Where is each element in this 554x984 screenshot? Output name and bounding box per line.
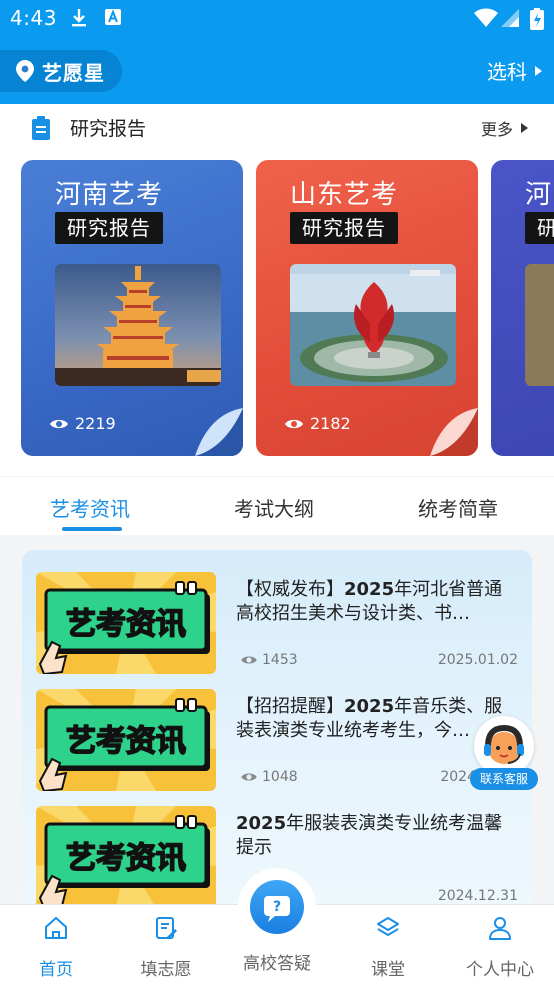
card-badge: 研究报告 <box>55 212 163 244</box>
list-item[interactable]: 艺考资讯 【招招提醒】2025年音乐类、服装表演类专业统考考生，今… 1048 … <box>22 689 532 793</box>
nav-label: 个人中心 <box>466 960 534 980</box>
college-qa-center-button[interactable]: ? <box>238 868 316 946</box>
thumb-text: 艺考资讯 <box>66 841 186 876</box>
news-thumbnail: 艺考资讯 <box>36 689 216 791</box>
nav-home[interactable]: 首页 <box>6 915 106 980</box>
card-views: 2182 <box>284 414 351 433</box>
tab-exam-outline[interactable]: 考试大纲 <box>234 493 314 522</box>
status-bar: 4:43 <box>0 0 554 38</box>
wifi-icon <box>474 8 498 27</box>
news-tag: 【招招提醒】 <box>236 696 344 717</box>
research-header: 研究报告 更多 <box>0 104 554 150</box>
nav-classroom[interactable]: 课堂 <box>338 915 438 980</box>
signal-icon <box>501 9 519 27</box>
clipboard-icon <box>32 116 50 140</box>
nav-profile[interactable]: 个人中心 <box>450 915 550 980</box>
news-view-count: 1453 <box>262 652 298 668</box>
active-tab-indicator <box>62 527 122 531</box>
question-chat-icon: ? <box>264 896 290 922</box>
app-notification-icon <box>105 9 121 25</box>
nav-label: 高校答疑 <box>243 954 311 974</box>
user-icon <box>489 917 511 940</box>
status-time: 4:43 <box>10 6 57 30</box>
news-year: 2025 <box>344 696 395 717</box>
arrow-right-icon <box>535 65 542 76</box>
customer-service-button[interactable]: 联系客服 <box>470 716 538 792</box>
home-icon <box>45 917 67 939</box>
card-title: 河 <box>525 180 553 210</box>
card-title: 河南艺考 <box>55 180 164 210</box>
news-year: 2025 <box>344 579 395 600</box>
headset-agent-icon <box>484 724 524 764</box>
news-list: 艺考资讯 【权威发布】2025年河北省普通高校招生美术与设计类、书… 1453 … <box>22 550 532 910</box>
center-button-circle: ? <box>250 880 304 934</box>
card-badge: 研究报告 <box>290 212 398 244</box>
thumb-text: 艺考资讯 <box>66 607 186 642</box>
news-year: 2025 <box>236 813 287 834</box>
arrow-right-icon <box>521 123 528 133</box>
cs-avatar <box>474 716 534 776</box>
app-bar: 艺愿星 选科 <box>0 48 554 94</box>
card-badge: 研 <box>525 212 554 244</box>
page-curl-icon <box>195 408 243 456</box>
layers-icon <box>377 917 399 936</box>
location-selector[interactable]: 艺愿星 <box>0 50 122 92</box>
nav-college-qa[interactable]: 高校答疑 <box>227 949 327 974</box>
tab-art-news[interactable]: 艺考资讯 <box>50 493 130 522</box>
news-views: 1453 <box>240 652 298 668</box>
tab-exam-guide[interactable]: 统考简章 <box>418 493 498 522</box>
news-tag: 【权威发布】 <box>236 579 344 600</box>
download-icon <box>72 9 86 27</box>
card-photo <box>525 264 554 386</box>
eye-icon <box>285 419 303 428</box>
page-curl-icon <box>430 408 478 456</box>
news-date: 2024.12.31 <box>437 888 518 904</box>
research-card-carousel[interactable]: 河南艺考 研究报告 2219 山东艺考 研究报告 2182 河 研 <box>0 160 554 460</box>
nav-label: 填志愿 <box>140 960 192 980</box>
news-title: 【权威发布】2025年河北省普通高校招生美术与设计类、书… <box>236 578 516 626</box>
form-edit-icon <box>156 917 177 939</box>
research-more-button[interactable]: 更多 <box>481 116 528 140</box>
nav-fill-application[interactable]: 填志愿 <box>116 915 216 980</box>
location-label: 艺愿星 <box>42 60 105 85</box>
eye-icon <box>241 773 257 781</box>
top-header: 4:43 艺愿星 选科 <box>0 0 554 104</box>
news-tabs: 艺考资讯 考试大纲 统考简章 <box>0 477 554 535</box>
pick-subject-label: 选科 <box>487 60 527 84</box>
pick-subject-button[interactable]: 选科 <box>487 56 542 85</box>
svg-text:?: ? <box>273 899 281 915</box>
research-title: 研究报告 <box>70 118 147 140</box>
card-title: 山东艺考 <box>290 180 399 210</box>
eye-icon <box>241 656 257 664</box>
more-label: 更多 <box>480 120 513 139</box>
news-thumbnail: 艺考资讯 <box>36 572 216 674</box>
pagoda-photo <box>55 264 221 386</box>
research-card-henan[interactable]: 河南艺考 研究报告 2219 <box>21 160 243 456</box>
battery-icon <box>530 8 544 30</box>
sculpture-photo <box>290 264 456 386</box>
research-card-shandong[interactable]: 山东艺考 研究报告 2182 <box>256 160 478 456</box>
card-views: 2219 <box>49 414 116 433</box>
news-thumbnail: 艺考资讯 <box>36 806 216 908</box>
news-title: 2025年服装表演类专业统考温馨提示 <box>236 812 516 860</box>
nav-label: 课堂 <box>371 960 405 980</box>
thumb-text: 艺考资讯 <box>66 724 186 759</box>
location-pin-icon <box>16 60 34 82</box>
card-view-count: 2182 <box>310 414 351 433</box>
list-item[interactable]: 艺考资讯 【权威发布】2025年河北省普通高校招生美术与设计类、书… 1453 … <box>22 572 532 676</box>
research-card-partial[interactable]: 河 研 <box>491 160 554 456</box>
news-views: 1048 <box>240 769 298 785</box>
eye-icon <box>50 419 68 428</box>
research-section: 研究报告 更多 河南艺考 研究报告 2219 山东艺考 研究报告 2182 河 … <box>0 104 554 476</box>
card-view-count: 2219 <box>75 414 116 433</box>
news-view-count: 1048 <box>262 769 298 785</box>
nav-label: 首页 <box>39 960 73 980</box>
news-date: 2025.01.02 <box>437 652 518 668</box>
cs-label: 联系客服 <box>470 768 538 790</box>
